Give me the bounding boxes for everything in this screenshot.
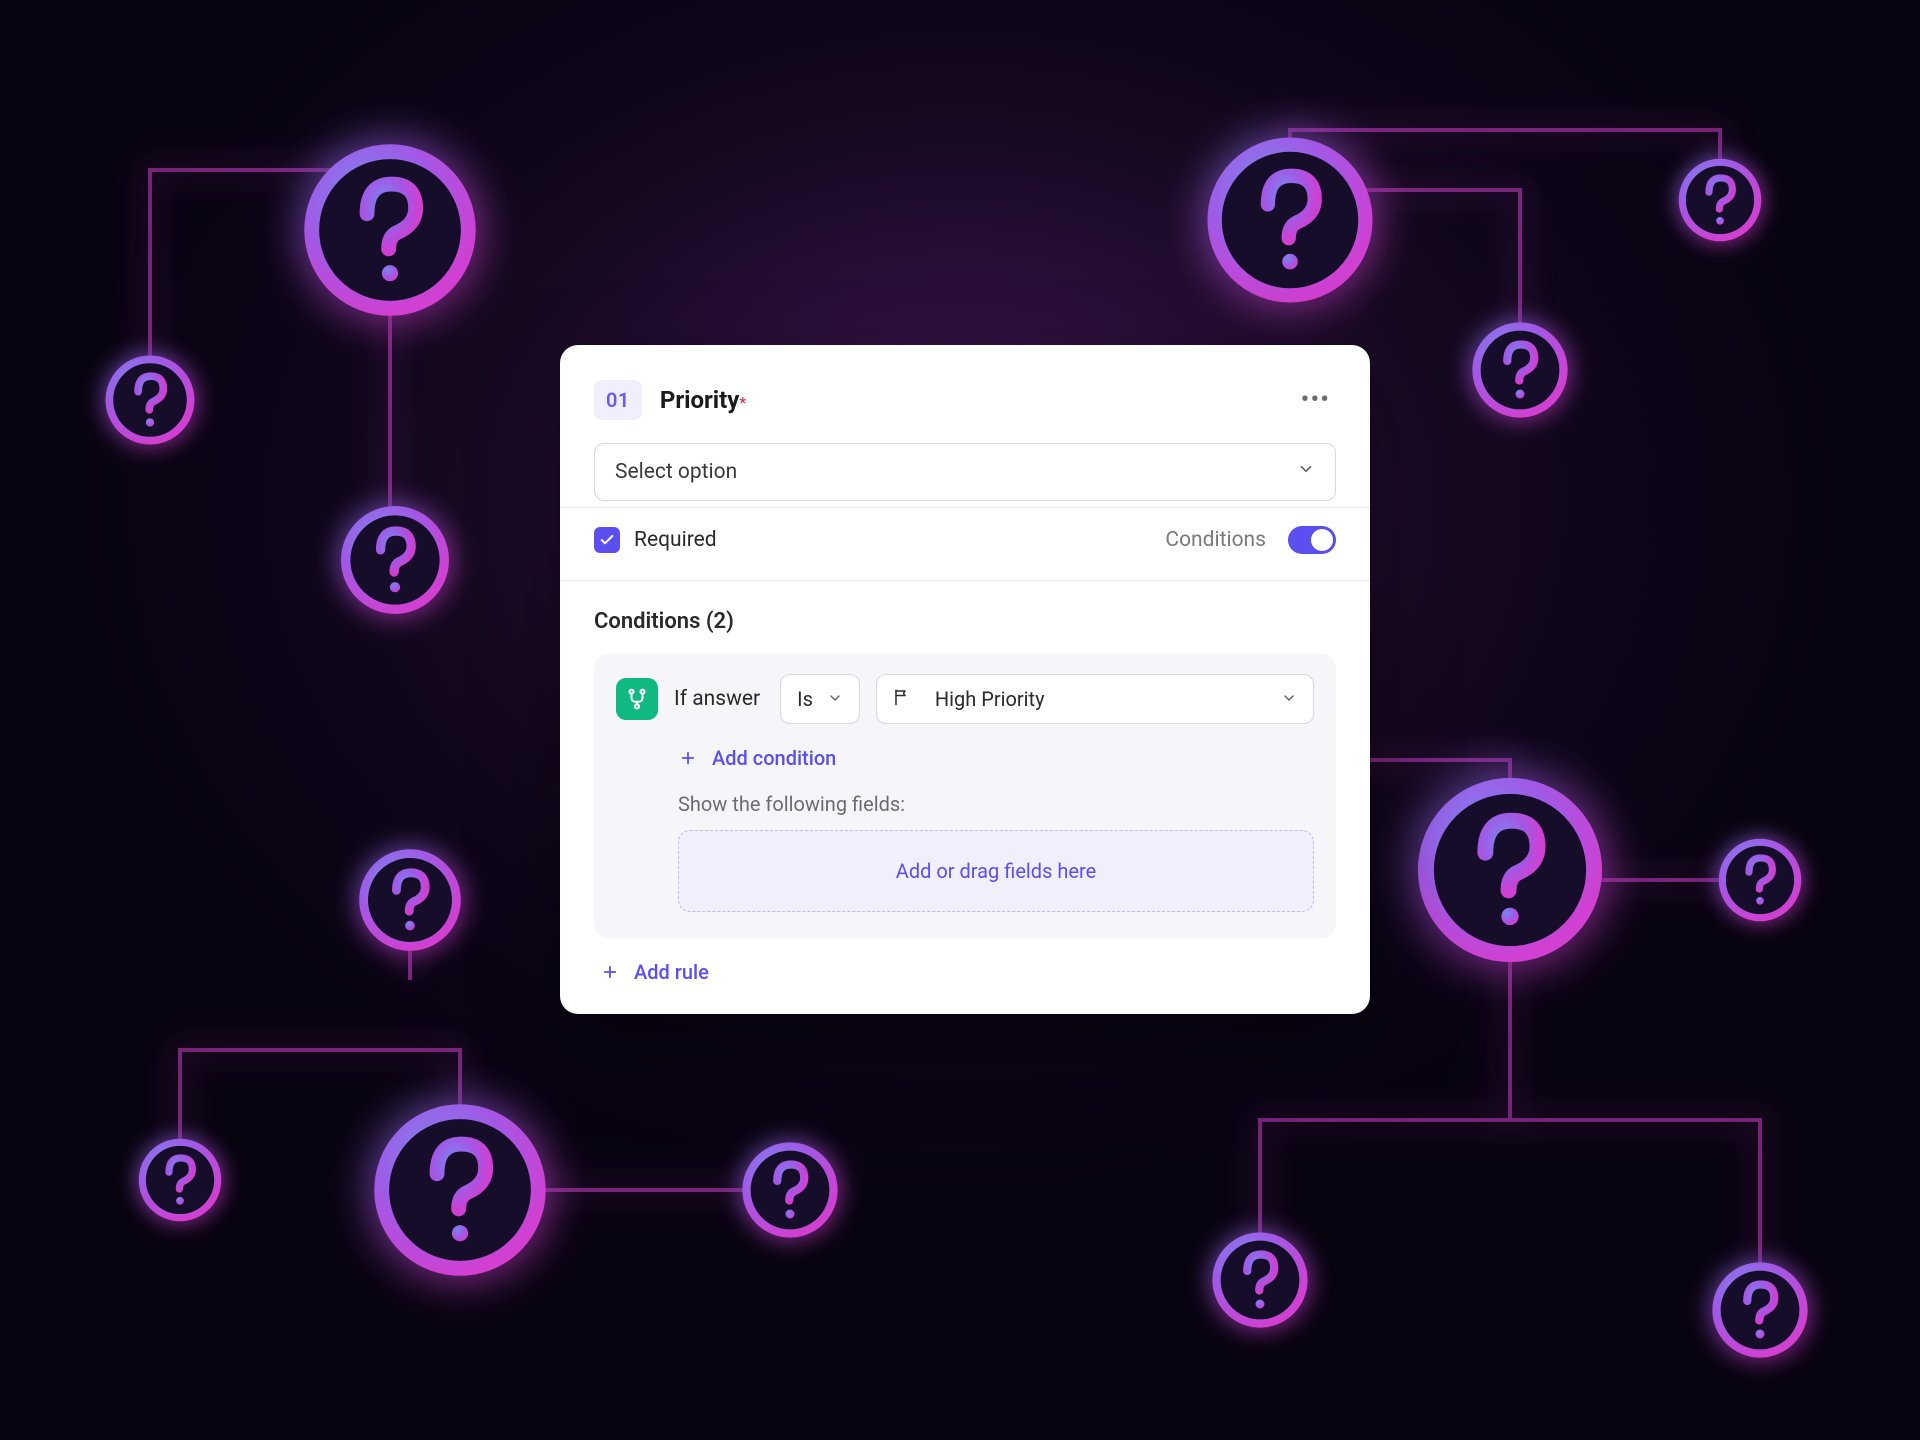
divider xyxy=(560,507,1370,508)
field-number-badge: 01 xyxy=(594,380,642,420)
add-rule-button[interactable]: Add rule xyxy=(600,960,1336,984)
more-horizontal-icon: ••• xyxy=(1301,385,1330,415)
check-icon xyxy=(599,532,615,548)
required-label: Required xyxy=(634,528,717,552)
value-label: High Priority xyxy=(935,687,1045,711)
branch-icon xyxy=(616,678,658,720)
condition-rule: If answer Is High Priority xyxy=(594,654,1336,938)
plus-icon xyxy=(678,748,698,768)
operator-value: Is xyxy=(797,687,813,711)
toggle-knob xyxy=(1311,529,1333,551)
flag-icon xyxy=(893,687,911,711)
add-rule-label: Add rule xyxy=(634,960,709,984)
operator-select[interactable]: Is xyxy=(780,674,860,724)
conditions-heading: Conditions (2) xyxy=(594,609,1336,634)
dropzone-label: Add or drag fields here xyxy=(896,859,1096,883)
add-condition-button[interactable]: Add condition xyxy=(678,746,1314,770)
conditions-label: Conditions xyxy=(1165,528,1266,552)
required-asterisk: * xyxy=(739,393,746,412)
divider xyxy=(560,580,1370,581)
field-title-text: Priority xyxy=(660,386,740,414)
value-select[interactable]: High Priority xyxy=(876,674,1314,724)
field-header: 01 Priority* ••• xyxy=(594,379,1336,421)
required-checkbox[interactable] xyxy=(594,527,620,553)
chevron-down-icon xyxy=(827,687,843,711)
field-title: Priority* xyxy=(660,386,746,414)
add-condition-label: Add condition xyxy=(712,746,836,770)
option-select[interactable]: Select option xyxy=(594,443,1336,501)
option-select-placeholder: Select option xyxy=(615,460,737,484)
conditions-toggle[interactable] xyxy=(1288,526,1336,554)
plus-icon xyxy=(600,962,620,982)
field-options-row: Required Conditions xyxy=(594,526,1336,554)
fields-dropzone[interactable]: Add or drag fields here xyxy=(678,830,1314,912)
chevron-down-icon xyxy=(1297,460,1315,484)
condition-row: If answer Is High Priority xyxy=(616,674,1314,724)
chevron-down-icon xyxy=(1281,687,1297,711)
show-fields-label: Show the following fields: xyxy=(678,792,1314,816)
field-editor-card: 01 Priority* ••• Select option Required … xyxy=(560,345,1370,1014)
more-options-button[interactable]: ••• xyxy=(1295,379,1336,421)
if-answer-label: If answer xyxy=(674,687,760,711)
